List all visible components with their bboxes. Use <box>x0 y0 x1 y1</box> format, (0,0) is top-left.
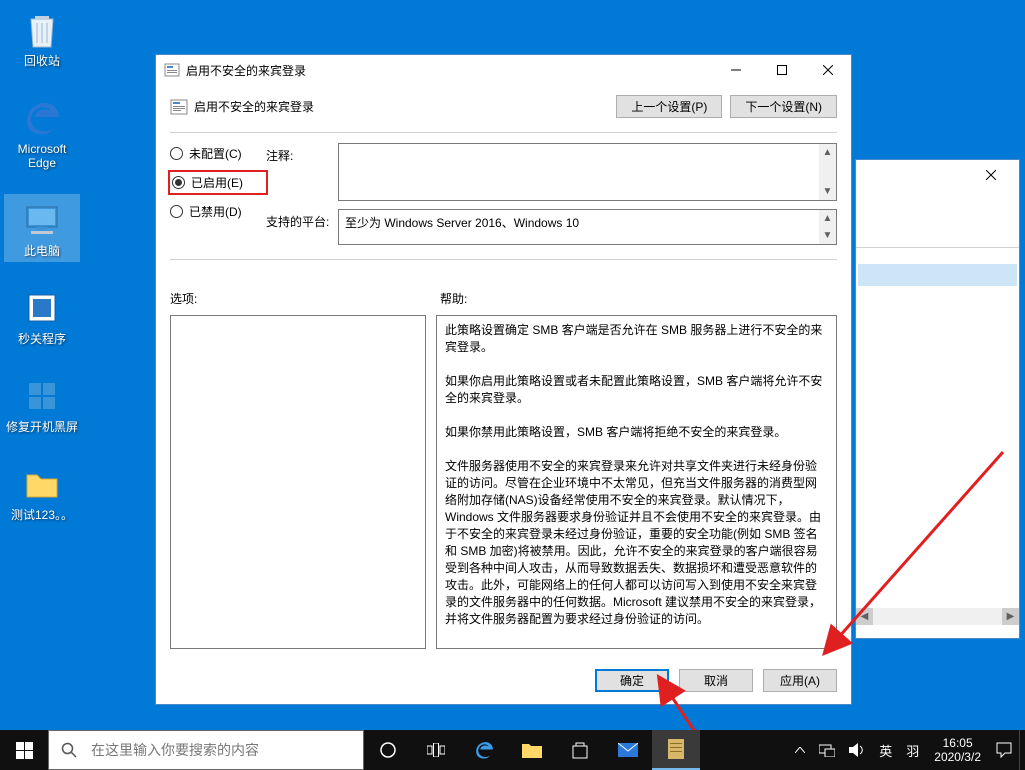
tray-volume-icon[interactable] <box>842 730 872 770</box>
maximize-button[interactable] <box>759 56 805 85</box>
cortana-icon[interactable] <box>364 730 412 770</box>
app-icon <box>20 374 64 418</box>
taskbar-explorer-icon[interactable] <box>508 730 556 770</box>
clock-time: 16:05 <box>943 736 973 750</box>
vertical-scrollbar[interactable]: ▲▼ <box>819 210 836 244</box>
desktop-icons: 回收站 Microsoft Edge 此电脑 秒关程序 修复开机黑屏 <box>4 4 80 526</box>
options-pane <box>170 315 426 649</box>
platform-label: 支持的平台: <box>266 209 338 230</box>
help-pane[interactable]: 此策略设置确定 SMB 客户端是否允许在 SMB 服务器上进行不安全的来宾登录。… <box>436 315 837 649</box>
this-pc-icon <box>20 198 64 242</box>
desktop-icon-label: Microsoft Edge <box>4 142 80 170</box>
search-icon <box>49 742 89 758</box>
policy-dialog: 启用不安全的来宾登录 启用不安全的来宾登录 上一个设置(P) 下一个设置(N) <box>155 54 852 705</box>
close-icon[interactable] <box>971 161 1011 189</box>
list-item[interactable] <box>858 264 1017 286</box>
desktop-icon-label: 测试123。。 <box>11 508 73 522</box>
horizontal-scrollbar[interactable]: ◀▶ <box>856 608 1019 625</box>
desktop-icon-app1[interactable]: 秒关程序 <box>4 282 80 350</box>
policy-heading: 启用不安全的来宾登录 <box>194 98 616 115</box>
folder-icon <box>20 462 64 506</box>
ok-button[interactable]: 确定 <box>595 669 669 692</box>
desktop-icon-label: 秒关程序 <box>18 332 66 346</box>
desktop-icon-this-pc[interactable]: 此电脑 <box>4 194 80 262</box>
taskbar-notepad-icon[interactable] <box>652 730 700 770</box>
apply-button[interactable]: 应用(A) <box>763 669 837 692</box>
desktop-icon-edge[interactable]: Microsoft Edge <box>4 92 80 174</box>
search-placeholder: 在这里输入你要搜索的内容 <box>89 740 363 760</box>
taskbar-search[interactable]: 在这里输入你要搜索的内容 <box>48 730 364 770</box>
radio-label: 未配置(C) <box>189 145 242 162</box>
ime-mode[interactable]: 羽 <box>899 730 926 770</box>
cancel-button[interactable]: 取消 <box>679 669 753 692</box>
taskbar-store-icon[interactable] <box>556 730 604 770</box>
comment-label: 注释: <box>266 143 338 164</box>
desktop-icon-label: 修复开机黑屏 <box>6 420 78 434</box>
radio-enabled[interactable]: 已启用(E) <box>170 172 266 193</box>
task-view-icon[interactable] <box>412 730 460 770</box>
show-desktop-button[interactable] <box>1019 730 1025 770</box>
options-label: 选项: <box>170 290 440 307</box>
help-label: 帮助: <box>440 290 837 307</box>
tray-chevron-up-icon[interactable] <box>788 730 812 770</box>
radio-not-configured[interactable]: 未配置(C) <box>170 145 266 162</box>
ime-language[interactable]: 英 <box>872 730 899 770</box>
app-icon <box>20 286 64 330</box>
edge-icon <box>20 96 64 140</box>
radio-icon <box>170 205 183 218</box>
desktop-icon-app2[interactable]: 修复开机黑屏 <box>4 370 80 438</box>
clock-date: 2020/3/2 <box>934 750 981 764</box>
supported-platform-box: 至少为 Windows Server 2016、Windows 10 ▲▼ <box>338 209 837 245</box>
radio-label: 已启用(E) <box>191 174 243 191</box>
desktop-icon-folder[interactable]: 测试123。。 <box>4 458 80 526</box>
window-title: 启用不安全的来宾登录 <box>186 62 713 79</box>
desktop: 回收站 Microsoft Edge 此电脑 秒关程序 修复开机黑屏 <box>0 0 1025 770</box>
desktop-icon-label: 此电脑 <box>24 244 60 258</box>
desktop-icon-label: 回收站 <box>24 54 60 68</box>
radio-disabled[interactable]: 已禁用(D) <box>170 203 266 220</box>
comment-textarea[interactable]: ▲▼ <box>338 143 837 201</box>
background-dialog: ◀▶ <box>855 159 1020 639</box>
next-setting-button[interactable]: 下一个设置(N) <box>730 95 837 118</box>
start-button[interactable] <box>0 730 48 770</box>
tray-network-icon[interactable] <box>812 730 842 770</box>
titlebar[interactable]: 启用不安全的来宾登录 <box>156 55 851 85</box>
recycle-bin-icon <box>20 8 64 52</box>
platform-value: 至少为 Windows Server 2016、Windows 10 <box>345 216 579 230</box>
taskbar-mail-icon[interactable] <box>604 730 652 770</box>
policy-icon <box>170 98 188 116</box>
previous-setting-button[interactable]: 上一个设置(P) <box>616 95 722 118</box>
action-center-icon[interactable] <box>989 730 1019 770</box>
vertical-scrollbar[interactable]: ▲▼ <box>819 144 836 200</box>
desktop-icon-recycle-bin[interactable]: 回收站 <box>4 4 80 72</box>
radio-icon <box>170 147 183 160</box>
taskbar-edge-icon[interactable] <box>460 730 508 770</box>
radio-icon <box>172 176 185 189</box>
close-button[interactable] <box>805 56 851 85</box>
minimize-button[interactable] <box>713 56 759 85</box>
radio-label: 已禁用(D) <box>189 203 242 220</box>
policy-icon <box>164 62 180 78</box>
taskbar: 在这里输入你要搜索的内容 英 羽 16:05 2020/3/2 <box>0 730 1025 770</box>
taskbar-clock[interactable]: 16:05 2020/3/2 <box>926 736 989 764</box>
